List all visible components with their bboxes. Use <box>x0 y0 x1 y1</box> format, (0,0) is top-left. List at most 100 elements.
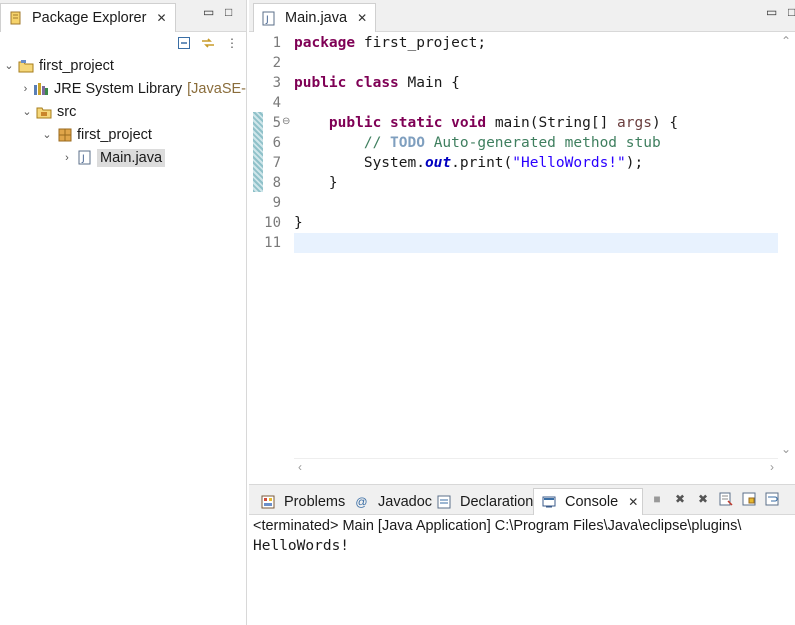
comment: // <box>363 135 391 151</box>
tab-problems-label: Problems <box>284 493 346 510</box>
console-output[interactable]: HelloWords! <box>253 538 349 554</box>
static-field: out <box>424 155 452 171</box>
close-icon[interactable]: ✕ <box>156 12 166 24</box>
tab-declaration-label: Declaration <box>460 493 534 510</box>
scroll-lock-icon[interactable] <box>741 491 757 507</box>
code-line-1[interactable]: package first_project; <box>294 33 778 53</box>
code-text: main(String[] <box>486 115 618 131</box>
code-line-5[interactable]: public static void main(String[] args) { <box>294 113 778 133</box>
close-icon[interactable]: ✕ <box>628 496 638 508</box>
tab-console[interactable]: Console ✕ <box>533 488 644 515</box>
fold-collapse-icon[interactable]: ⊖ <box>282 116 290 127</box>
tree-item-label: src <box>57 103 77 120</box>
minimize-icon[interactable]: ▭ <box>766 5 777 19</box>
tree-item-package[interactable]: ⌄ first_project <box>0 123 246 146</box>
java-editor: J Main.java ✕ ▭ □ 1 2 3 4 5 ⊖ 6 7 8 9 10… <box>249 0 795 478</box>
console-tabbar: Problems @ Javadoc Declaration Console ✕… <box>249 485 795 515</box>
tab-declaration[interactable]: Declaration <box>429 488 537 515</box>
clear-console-icon[interactable] <box>718 491 734 507</box>
code-line-6[interactable]: // TODO Auto-generated method stub <box>294 133 778 153</box>
code-text: ) { <box>651 115 679 131</box>
console-panel: Problems @ Javadoc Declaration Console ✕… <box>249 484 795 625</box>
tree-item-project[interactable]: ⌄ first_project <box>0 54 246 77</box>
tree-item-main-java[interactable]: › J Main.java <box>0 146 246 169</box>
chevron-right-icon[interactable]: › <box>20 83 31 95</box>
code-line-8[interactable]: } <box>294 173 778 193</box>
parameter: args <box>617 115 652 131</box>
scroll-left-icon[interactable]: ‹ <box>298 460 302 474</box>
console-toolbar: ■ ✖ ✖ <box>649 491 780 507</box>
vertical-scrollbar[interactable]: ⌃ ⌄ <box>778 32 795 458</box>
svg-text:J: J <box>265 15 269 25</box>
code-text: Main { <box>398 75 460 91</box>
tab-package-explorer[interactable]: Package Explorer ✕ <box>0 3 176 32</box>
link-with-editor-icon[interactable] <box>200 35 216 51</box>
comment: Auto-generated method stub <box>424 135 661 151</box>
chevron-right-icon[interactable]: › <box>60 152 74 164</box>
at-sign-icon: @ <box>355 494 368 509</box>
code-text: first_project; <box>355 35 487 51</box>
code-text: System. <box>363 155 425 171</box>
view-menu-icon[interactable]: ⋮ <box>224 35 240 51</box>
line-number: 4 <box>272 95 281 111</box>
tab-javadoc[interactable]: @ Javadoc <box>347 488 436 515</box>
collapse-all-icon[interactable] <box>176 35 192 51</box>
line-number: 5 <box>272 115 281 131</box>
close-icon[interactable]: ✕ <box>357 12 367 24</box>
chevron-down-icon[interactable]: ⌄ <box>40 128 54 141</box>
line-number-gutter: 1 2 3 4 5 ⊖ 6 7 8 9 10 11 <box>249 32 294 478</box>
code-line-10[interactable]: } <box>294 213 778 233</box>
maximize-icon[interactable]: □ <box>788 5 795 19</box>
terminate-icon[interactable]: ■ <box>649 491 665 507</box>
chevron-down-icon[interactable]: ⌄ <box>20 105 34 118</box>
tab-javadoc-label: Javadoc <box>378 493 433 510</box>
code-line-3[interactable]: public class Main { <box>294 73 778 93</box>
maximize-icon[interactable]: □ <box>225 5 232 19</box>
remove-all-terminated-icon[interactable]: ✖ <box>695 491 711 507</box>
console-icon <box>540 494 557 510</box>
word-wrap-icon[interactable] <box>764 491 780 507</box>
java-file-icon: J <box>260 10 277 26</box>
todo-tag: TODO <box>390 135 425 151</box>
problems-icon <box>259 494 276 510</box>
tree-item-src[interactable]: ⌄ src <box>0 100 246 123</box>
scroll-right-icon[interactable]: › <box>770 460 774 474</box>
line-number: 11 <box>264 235 281 251</box>
package-icon <box>56 127 73 143</box>
line-number: 3 <box>272 75 281 91</box>
tree-item-label: first_project <box>77 126 152 143</box>
scroll-down-icon[interactable]: ⌄ <box>781 442 791 456</box>
line-number: 7 <box>272 155 281 171</box>
scroll-up-icon[interactable]: ⌃ <box>781 34 791 48</box>
project-tree: ⌄ first_project › JRE System Library [Ja… <box>0 54 246 169</box>
tab-main-java[interactable]: J Main.java ✕ <box>253 3 377 32</box>
library-icon <box>33 81 50 97</box>
line-number: 2 <box>272 55 281 71</box>
string-literal: "HelloWords!" <box>512 155 626 171</box>
console-launch-description: <terminated> Main [Java Application] C:\… <box>253 518 742 534</box>
keyword: void <box>451 115 487 131</box>
tree-item-label: JRE System Library <box>54 80 183 97</box>
remove-launch-icon[interactable]: ✖ <box>672 491 688 507</box>
keyword: class <box>355 75 399 91</box>
package-explorer-view: Package Explorer ✕ ▭ □ ⋮ ⌄ first_project… <box>0 0 247 625</box>
code-line-7[interactable]: System.out.print("HelloWords!"); <box>294 153 778 173</box>
horizontal-scrollbar[interactable]: ‹ › <box>294 458 778 478</box>
tree-item-decoration: [JavaSE- <box>187 80 246 97</box>
package-explorer-tabbar: Package Explorer ✕ ▭ □ <box>0 0 246 32</box>
tab-console-label: Console <box>565 494 619 510</box>
package-explorer-toolbar: ⋮ <box>176 32 240 54</box>
code-line-11-current[interactable] <box>294 233 778 253</box>
chevron-down-icon[interactable]: ⌄ <box>2 59 16 72</box>
tree-item-jre-library[interactable]: › JRE System Library [JavaSE- <box>0 77 246 100</box>
code-area[interactable]: package first_project; public class Main… <box>294 32 778 458</box>
package-explorer-icon <box>7 10 24 26</box>
tab-problems[interactable]: Problems <box>253 488 349 515</box>
line-number: 8 <box>272 175 281 191</box>
minimize-icon[interactable]: ▭ <box>203 5 214 19</box>
keyword: static <box>390 115 443 131</box>
line-number: 1 <box>272 35 281 51</box>
